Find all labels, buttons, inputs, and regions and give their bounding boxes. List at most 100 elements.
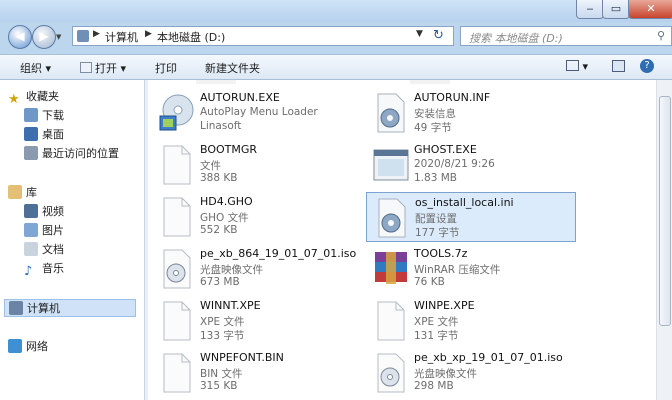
open-label: 打开	[95, 62, 117, 75]
back-button[interactable]: ◀	[8, 25, 32, 49]
file-item[interactable]: GHOST.EXE 2020/8/21 9:26 1.83 MB	[366, 140, 576, 190]
blank-file-icon	[370, 300, 410, 342]
organize-button[interactable]: 组织 ▾	[20, 60, 51, 76]
picture-library-icon	[24, 223, 38, 237]
close-button[interactable]: ✕	[628, 0, 672, 19]
address-bar[interactable]: ▶ 计算机 ▶ 本地磁盘 (D:) ▼ ↻	[72, 26, 454, 46]
open-button[interactable]: 打开 ▾	[80, 60, 126, 76]
file-detail: 673 MB	[200, 276, 240, 288]
music-note-icon: ♪	[24, 264, 33, 279]
sidebar-item-desktop[interactable]: 桌面	[24, 126, 64, 144]
breadcrumb-chevron-icon[interactable]: ▶	[145, 29, 152, 39]
file-item[interactable]: TOOLS.7z WinRAR 压缩文件 76 KB	[366, 244, 576, 294]
refresh-button[interactable]: ↻	[433, 28, 444, 43]
sidebar-item-recent[interactable]: 最近访问的位置	[24, 145, 119, 163]
file-name: os_install_local.ini	[415, 196, 514, 209]
file-name: TOOLS.7z	[414, 247, 468, 260]
view-options-button[interactable]: ▾	[566, 60, 588, 73]
file-detail: Linasoft	[200, 120, 242, 132]
file-item[interactable]: BOOTMGR 文件 388 KB	[152, 140, 362, 190]
gear-file-icon	[370, 92, 410, 134]
winrar-icon	[370, 248, 410, 290]
sidebar-label: 图片	[42, 224, 64, 237]
file-item[interactable]: AUTORUN.INF 安装信息 49 字节	[366, 88, 576, 138]
sidebar-item-pictures[interactable]: 图片	[24, 222, 64, 240]
file-item[interactable]: AUTORUN.EXE AutoPlay Menu Loader Linasof…	[152, 88, 362, 138]
title-bar: ‒ ▭ ✕	[0, 0, 672, 22]
minimize-button[interactable]: ‒	[576, 0, 604, 19]
sidebar-item-downloads[interactable]: 下载	[24, 107, 64, 125]
file-type: XPE 文件	[200, 316, 245, 328]
library-icon	[8, 185, 22, 199]
file-type: WinRAR 压缩文件	[414, 264, 501, 276]
print-button[interactable]: 打印	[155, 60, 177, 76]
vertical-scrollbar[interactable]	[656, 80, 672, 400]
preview-pane-button[interactable]	[612, 60, 625, 74]
search-input[interactable]: 搜索 本地磁盘 (D:) ⚲	[460, 26, 672, 46]
file-detail: 1.83 MB	[414, 172, 457, 184]
navigation-pane: ★ 收藏夹 下载 桌面 最近访问的位置 库 视频 图片 文档 ♪ 音乐 计算机 网络	[0, 80, 144, 400]
blank-file-icon	[156, 300, 196, 342]
sidebar-item-network[interactable]: 网络	[8, 338, 48, 356]
sidebar-item-music[interactable]: ♪ 音乐	[24, 260, 64, 279]
file-type: 配置设置	[415, 213, 457, 225]
maximize-button[interactable]: ▭	[602, 0, 630, 19]
file-item-selected[interactable]: os_install_local.ini 配置设置 177 字节	[366, 192, 576, 242]
new-folder-button[interactable]: 新建文件夹	[205, 60, 260, 76]
file-type: 文件	[200, 160, 221, 172]
desktop-icon	[24, 127, 38, 141]
star-icon: ★	[8, 92, 20, 107]
folder-drive-icon	[77, 30, 89, 42]
help-icon[interactable]: ?	[640, 59, 654, 73]
file-type: 光盘映像文件	[200, 264, 263, 276]
breadcrumb-drive-d[interactable]: 本地磁盘 (D:)	[157, 29, 225, 45]
sidebar-item-libraries[interactable]: 库	[8, 184, 37, 202]
file-type: 2020/8/21 9:26	[414, 158, 495, 170]
sidebar-item-favorites[interactable]: ★ 收藏夹	[8, 88, 59, 107]
file-type: GHO 文件	[200, 212, 249, 224]
sidebar-item-videos[interactable]: 视频	[24, 203, 64, 221]
file-item[interactable]: pe_xb_864_19_01_07_01.iso 光盘映像文件 673 MB	[152, 244, 362, 294]
search-icon[interactable]: ⚲	[657, 29, 665, 42]
search-placeholder: 搜索 本地磁盘 (D:)	[469, 32, 563, 45]
video-library-icon	[24, 204, 38, 218]
command-toolbar: 组织 ▾ 打开 ▾ 打印 新建文件夹 ▾ ?	[0, 54, 672, 80]
file-item[interactable]: WINPE.XPE XPE 文件 131 字节	[366, 296, 576, 346]
file-name: AUTORUN.INF	[414, 91, 491, 104]
file-item[interactable]: WNPEFONT.BIN BIN 文件 315 KB	[152, 348, 362, 398]
partial-row-item	[410, 80, 450, 84]
file-name: BOOTMGR	[200, 143, 258, 156]
sidebar-label: 下载	[42, 109, 64, 122]
file-name: WINNT.XPE	[200, 299, 261, 312]
sidebar-item-documents[interactable]: 文档	[24, 241, 64, 259]
download-folder-icon	[24, 108, 38, 122]
file-type: AutoPlay Menu Loader	[200, 106, 318, 118]
file-detail: 49 字节	[414, 122, 452, 134]
file-detail: 133 字节	[200, 330, 245, 342]
file-type: XPE 文件	[414, 316, 459, 328]
breadcrumb-chevron-icon[interactable]: ▶	[93, 29, 100, 39]
file-item[interactable]: pe_xb_xp_19_01_07_01.iso 光盘映像文件 298 MB	[366, 348, 576, 398]
breadcrumb-computer[interactable]: 计算机	[105, 29, 138, 45]
sidebar-label: 计算机	[27, 302, 60, 315]
document-library-icon	[24, 242, 38, 256]
blank-file-icon	[156, 352, 196, 394]
disc-file-icon	[370, 352, 410, 394]
preview-pane-icon	[612, 60, 625, 72]
file-type: 安装信息	[414, 108, 456, 120]
sidebar-item-computer[interactable]: 计算机	[4, 299, 136, 317]
file-detail: 552 KB	[200, 224, 238, 236]
file-detail: 177 字节	[415, 227, 460, 239]
computer-icon	[9, 301, 23, 315]
recent-pages-chevron-icon[interactable]: ▼	[56, 33, 61, 41]
file-item[interactable]: WINNT.XPE XPE 文件 133 字节	[152, 296, 362, 346]
organize-label: 组织	[20, 62, 42, 75]
gear-file-icon	[371, 197, 411, 239]
file-detail: 131 字节	[414, 330, 459, 342]
address-history-chevron-icon[interactable]: ▼	[416, 29, 423, 39]
file-item[interactable]: HD4.GHO GHO 文件 552 KB	[152, 192, 362, 242]
blank-file-icon	[156, 144, 196, 186]
forward-button[interactable]: ▶	[32, 25, 56, 49]
scrollbar-thumb[interactable]	[659, 96, 671, 326]
sidebar-label: 最近访问的位置	[42, 147, 119, 160]
